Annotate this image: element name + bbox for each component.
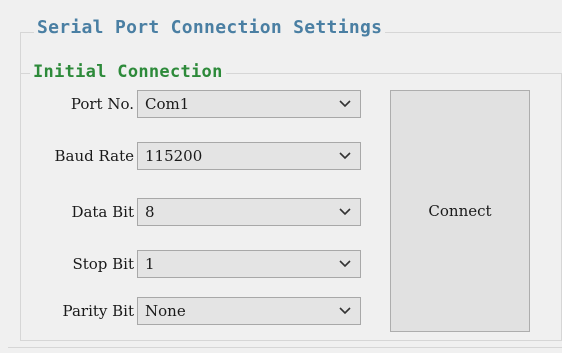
parity-bit-label: Parity Bit (62, 302, 134, 320)
port-no-label: Port No. (70, 95, 134, 113)
chevron-down-icon (339, 152, 351, 160)
baud-rate-select[interactable]: 115200 (137, 142, 361, 170)
connect-button[interactable]: Connect (390, 90, 530, 332)
parity-bit-select[interactable]: None (137, 297, 361, 325)
stop-bit-label: Stop Bit (72, 255, 134, 273)
chevron-down-icon (339, 100, 351, 108)
data-bit-value: 8 (145, 203, 155, 221)
port-no-value: Com1 (145, 95, 190, 113)
parity-bit-value: None (145, 302, 186, 320)
divider (8, 347, 562, 348)
serial-settings-title: Serial Port Connection Settings (34, 17, 386, 38)
initial-connection-title: Initial Connection (30, 62, 226, 82)
port-no-select[interactable]: Com1 (137, 90, 361, 118)
data-bit-select[interactable]: 8 (137, 198, 361, 226)
chevron-down-icon (339, 307, 351, 315)
baud-rate-value: 115200 (145, 147, 203, 165)
baud-rate-label: Baud Rate (54, 147, 134, 165)
stop-bit-value: 1 (145, 255, 155, 273)
stop-bit-select[interactable]: 1 (137, 250, 361, 278)
chevron-down-icon (339, 260, 351, 268)
data-bit-label: Data Bit (71, 203, 134, 221)
chevron-down-icon (339, 208, 351, 216)
